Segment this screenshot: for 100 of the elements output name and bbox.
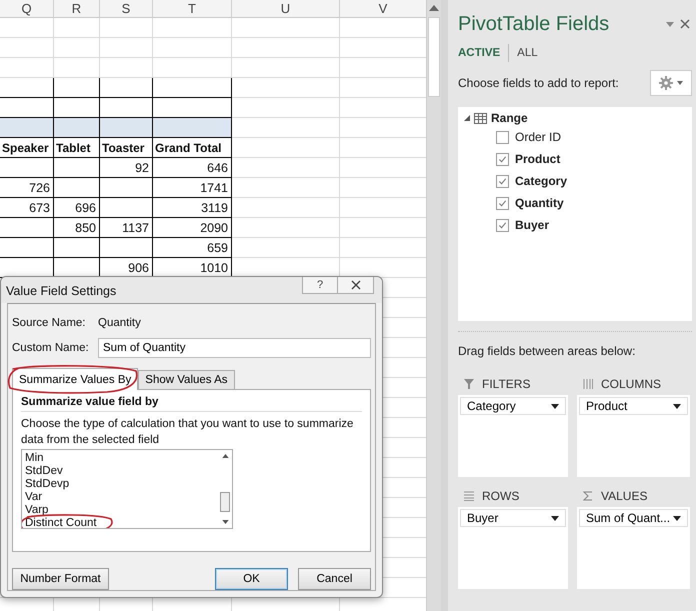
checkmark-icon: [498, 154, 507, 164]
table-cell: [0, 218, 54, 238]
field-label[interactable]: Order ID: [515, 130, 562, 144]
custom-name-field[interactable]: Sum of Quantity: [98, 338, 371, 358]
ok-button[interactable]: OK: [215, 568, 288, 590]
drop-area[interactable]: Category: [458, 395, 568, 477]
table-icon: [474, 112, 487, 124]
filter-icon: [464, 379, 474, 389]
checkbox[interactable]: [496, 130, 509, 144]
areas-prompt: Drag fields between areas below:: [458, 344, 636, 358]
pane-tab[interactable]: ACTIVE: [458, 47, 500, 59]
field-label[interactable]: Product: [515, 152, 560, 166]
sigma-icon: [583, 491, 593, 501]
list-item[interactable]: Var: [25, 490, 215, 504]
scrollbar[interactable]: [426, 0, 441, 611]
table-header-cell: Tablet: [54, 138, 100, 158]
dialog-button[interactable]: Number Format: [12, 568, 109, 590]
close-button[interactable]: [338, 277, 374, 294]
table-cell: 696: [54, 198, 100, 218]
list-item[interactable]: Varp: [25, 504, 215, 517]
checkbox[interactable]: [496, 174, 509, 188]
source-name-label: Source Name:: [12, 317, 87, 329]
dialog-tab[interactable]: Show Values As: [138, 370, 235, 389]
field-chip[interactable]: Product: [579, 397, 688, 415]
field-chip[interactable]: Category: [460, 397, 566, 415]
column-header[interactable]: U: [232, 0, 340, 18]
table-cell: [0, 78, 54, 98]
list-item[interactable]: Min: [25, 452, 215, 465]
drop-area[interactable]: Sum of Quant...: [577, 507, 690, 589]
dropdown-icon: [673, 404, 681, 408]
scroll-down-icon[interactable]: [222, 520, 228, 524]
field-label[interactable]: Buyer: [515, 218, 550, 232]
collapse-icon[interactable]: [464, 115, 470, 121]
settings-icon: [658, 76, 684, 90]
dialog-tab[interactable]: Summarize Values By: [12, 368, 138, 390]
field-chip[interactable]: Buyer: [460, 509, 566, 527]
table-cell: [54, 118, 100, 138]
function-list[interactable]: Min StdDev StdDevp Var Varp Distinct Count: [21, 449, 233, 529]
area-label: VALUES: [601, 489, 648, 503]
area-label: FILTERS: [482, 377, 530, 391]
dropdown-icon: [551, 516, 559, 520]
table-cell: 3119: [153, 198, 232, 218]
table-cell: [54, 78, 100, 98]
checkmark-icon: [498, 198, 507, 208]
table-header-cell: Toaster: [100, 138, 153, 158]
rows-icon: [464, 491, 474, 501]
drop-area[interactable]: Buyer: [458, 507, 568, 589]
table-cell: [100, 78, 153, 98]
dropdown-icon: [673, 516, 681, 520]
column-header[interactable]: R: [54, 0, 100, 18]
dropdown-icon: [551, 404, 559, 408]
dialog-title: Value Field Settings: [6, 284, 116, 298]
settings-button[interactable]: [650, 70, 692, 96]
close-icon[interactable]: [680, 19, 690, 29]
pane-tab[interactable]: ALL: [517, 47, 538, 59]
column-header[interactable]: Q: [0, 0, 54, 18]
table-cell: 673: [0, 198, 54, 218]
dropdown-icon[interactable]: [666, 22, 674, 26]
table-cell: 850: [54, 218, 100, 238]
table-cell: 92: [100, 158, 153, 178]
area-label: COLUMNS: [601, 377, 662, 391]
column-header[interactable]: S: [100, 0, 153, 18]
field-label[interactable]: Category: [515, 174, 568, 188]
custom-name-label: Custom Name:: [12, 342, 90, 354]
checkbox[interactable]: [496, 196, 509, 210]
table-header-cell: Speaker: [0, 138, 54, 158]
tree-label[interactable]: Range: [491, 111, 528, 125]
field-label[interactable]: Quantity: [515, 196, 564, 210]
area-label: ROWS: [482, 489, 520, 503]
checkbox[interactable]: [496, 152, 509, 166]
dialog-button[interactable]: Cancel: [298, 568, 371, 590]
list-item[interactable]: StdDev: [25, 464, 215, 478]
source-name-value: Quantity: [98, 317, 141, 329]
table-cell: [0, 238, 54, 258]
table-cell: 726: [0, 178, 54, 198]
checkmark-icon: [498, 176, 507, 186]
table-cell: [100, 98, 153, 118]
scroll-up-icon[interactable]: [222, 454, 228, 458]
close-icon: [350, 280, 360, 290]
columns-icon: [583, 379, 593, 389]
help-button[interactable]: ?: [302, 277, 338, 294]
column-header[interactable]: V: [340, 0, 426, 18]
field-chip[interactable]: Sum of Quant...: [579, 509, 688, 527]
table-cell: [0, 158, 54, 178]
column-header[interactable]: T: [153, 0, 232, 18]
scroll-up-icon[interactable]: [429, 5, 440, 11]
table-header-cell: Grand Total: [153, 138, 232, 158]
table-cell: [0, 258, 54, 278]
table-cell: 646: [153, 158, 232, 178]
drop-area[interactable]: Product: [577, 395, 690, 477]
checkbox[interactable]: [496, 218, 509, 232]
description-text: Choose the type of calculation that you want to use to summarize data from the selected field: [21, 417, 354, 448]
list-item[interactable]: StdDevp: [25, 478, 215, 491]
scroll-thumb[interactable]: [428, 17, 440, 97]
list-item[interactable]: Distinct Count: [25, 516, 215, 528]
table-cell: 659: [153, 238, 232, 258]
table-cell: [100, 198, 153, 218]
scroll-thumb[interactable]: [220, 492, 230, 512]
section-title: Summarize value field by: [21, 396, 362, 412]
table-cell: [0, 118, 54, 138]
